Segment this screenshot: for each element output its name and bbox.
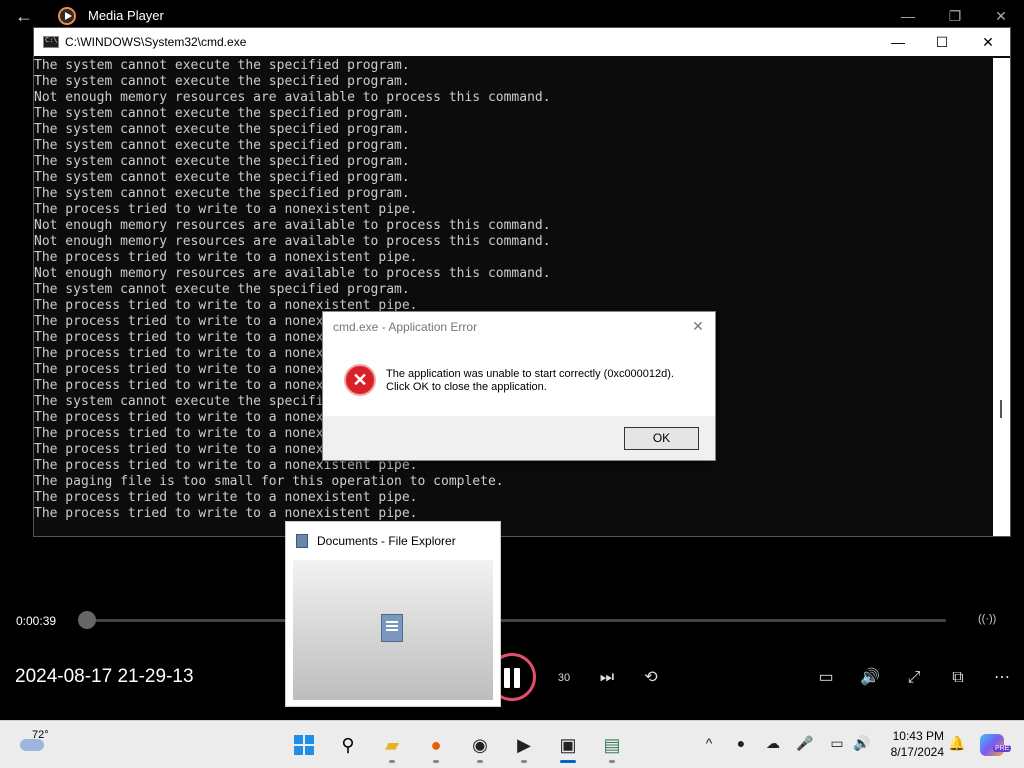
next-track-icon[interactable]: ⏭ — [594, 666, 620, 690]
repeat-off-icon[interactable]: ⟲ — [638, 666, 664, 690]
microphone-icon[interactable]: 🎤 — [795, 735, 815, 752]
skip-forward-30-button[interactable]: 30 — [551, 666, 577, 690]
preview-thumbnail[interactable] — [293, 560, 493, 700]
console-line: The paging file is too small for this op… — [34, 474, 504, 489]
obs-tray-icon[interactable]: ● — [731, 735, 751, 751]
console-line: The process tried to write to a nonexist… — [34, 506, 418, 521]
weather-temperature: 72° — [32, 729, 49, 741]
console-line: The system cannot execute the specified … — [34, 186, 410, 201]
captions-icon[interactable]: ▭ — [813, 666, 839, 690]
speaker-icon[interactable]: 🔊 — [852, 735, 872, 752]
network-icon[interactable]: ▭ — [827, 735, 847, 752]
dialog-message-line2: Click OK to close the application. — [386, 381, 547, 393]
obs-icon[interactable]: ◉ — [464, 729, 496, 763]
fullscreen-icon[interactable]: ⤢ — [901, 666, 927, 690]
console-line: The system cannot execute the specified … — [34, 106, 410, 121]
error-x-icon: ✕ — [344, 364, 376, 396]
volume-icon[interactable]: 🔊 — [857, 666, 883, 690]
active-indicator — [560, 760, 576, 763]
console-line: Not enough memory resources are availabl… — [34, 266, 551, 281]
dialog-close-icon[interactable]: ✕ — [687, 316, 709, 336]
preview-title: Documents - File Explorer — [317, 534, 456, 548]
windows-logo-icon — [294, 735, 314, 755]
dialog-title: cmd.exe - Application Error — [333, 320, 478, 334]
dialog-footer: OK — [323, 416, 715, 460]
close-icon[interactable]: ✕ — [986, 6, 1016, 26]
cmd-titlebar[interactable]: C:\WINDOWS\System32\cmd.exe — ☐ ✕ — [34, 28, 1010, 56]
cmd-window-title: C:\WINDOWS\System32\cmd.exe — [65, 35, 247, 49]
copilot-preview-badge: PRE — [993, 745, 1012, 752]
console-line: The process tried to write to a nonexist… — [34, 490, 418, 505]
video-title: 2024-08-17 21-29-13 — [15, 666, 194, 687]
running-indicator — [609, 760, 615, 763]
ok-button[interactable]: OK — [624, 427, 699, 450]
cmd-console-output[interactable]: The system cannot execute the specified … — [34, 58, 994, 536]
notification-bell-icon[interactable]: 🔔 — [947, 735, 967, 752]
console-line: The system cannot execute the specified … — [34, 282, 410, 297]
media-player-title: Media Player — [88, 8, 164, 23]
pause-icon — [504, 668, 522, 688]
dialog-message: The application was unable to start corr… — [386, 368, 674, 394]
cast-icon[interactable]: ((·)) — [978, 613, 996, 625]
start-button[interactable] — [288, 729, 320, 761]
onedrive-icon[interactable]: ☁ — [763, 735, 783, 752]
cmd-minimize-button[interactable]: — — [878, 30, 918, 54]
console-line: The system cannot execute the specified … — [34, 170, 410, 185]
clock[interactable]: 10:43 PM 8/17/2024 — [880, 728, 944, 760]
search-icon[interactable]: ⚲ — [332, 729, 364, 761]
dialog-body: ✕ The application was unable to start co… — [323, 342, 715, 418]
skip-forward-30-label: 30 — [557, 672, 571, 684]
seek-bar[interactable] — [78, 611, 946, 629]
clock-time: 10:43 PM — [892, 729, 944, 743]
console-line: The system cannot execute the specified … — [34, 138, 410, 153]
document-icon — [381, 614, 403, 642]
application-error-dialog: cmd.exe - Application Error ✕ ✕ The appl… — [322, 311, 716, 461]
cmd-taskbar-icon[interactable]: ▣ — [552, 729, 584, 763]
back-arrow-icon[interactable]: ← — [12, 6, 36, 26]
console-line: The system cannot execute the specified … — [34, 154, 410, 169]
cmd-maximize-button[interactable]: ☐ — [922, 30, 962, 54]
current-time: 0:00:39 — [16, 614, 57, 628]
console-line: Not enough memory resources are availabl… — [34, 90, 551, 105]
file-explorer-icon[interactable]: ▰ — [376, 729, 408, 763]
console-line: Not enough memory resources are availabl… — [34, 218, 551, 233]
restore-icon[interactable]: ❐ — [940, 6, 970, 26]
console-line: The process tried to write to a nonexist… — [34, 250, 418, 265]
console-line: The system cannot execute the specified … — [34, 58, 410, 73]
cmd-app-icon — [43, 36, 59, 48]
taskbar: 72° ⚲ ▰ ● ◉ ▶ ▣ ▤ ^ ● ☁ 🎤 ▭ 🔊 10:43 PM 8… — [0, 720, 1024, 768]
running-indicator — [521, 760, 527, 763]
clock-date: 8/17/2024 — [890, 745, 944, 759]
mini-player-icon[interactable]: ⧉ — [945, 666, 971, 690]
console-line: Not enough memory resources are availabl… — [34, 234, 551, 249]
running-indicator — [389, 760, 395, 763]
console-line: The process tried to write to a nonexist… — [34, 202, 418, 217]
console-line: The system cannot execute the specified … — [34, 122, 410, 137]
dialog-message-line1: The application was unable to start corr… — [386, 368, 674, 380]
show-hidden-icons-chevron-icon[interactable]: ^ — [699, 735, 719, 751]
notepad-icon[interactable]: ▤ — [596, 729, 628, 763]
minimize-icon[interactable]: — — [893, 6, 923, 26]
explorer-document-icon — [296, 534, 308, 548]
console-line: The system cannot execute the specified … — [34, 74, 410, 89]
running-indicator — [433, 760, 439, 763]
firefox-icon[interactable]: ● — [420, 729, 452, 763]
explorer-taskbar-preview[interactable]: Documents - File Explorer — [285, 521, 501, 707]
cmd-close-button[interactable]: ✕ — [968, 30, 1008, 54]
cmd-scrollbar-thumb[interactable] — [1000, 400, 1002, 418]
more-options-icon[interactable]: ⋯ — [989, 666, 1015, 690]
running-indicator — [477, 760, 483, 763]
seek-thumb[interactable] — [78, 611, 96, 629]
media-player-taskbar-icon[interactable]: ▶ — [508, 729, 540, 763]
media-player-logo-icon — [58, 7, 76, 25]
cmd-scrollbar[interactable] — [993, 58, 1010, 536]
